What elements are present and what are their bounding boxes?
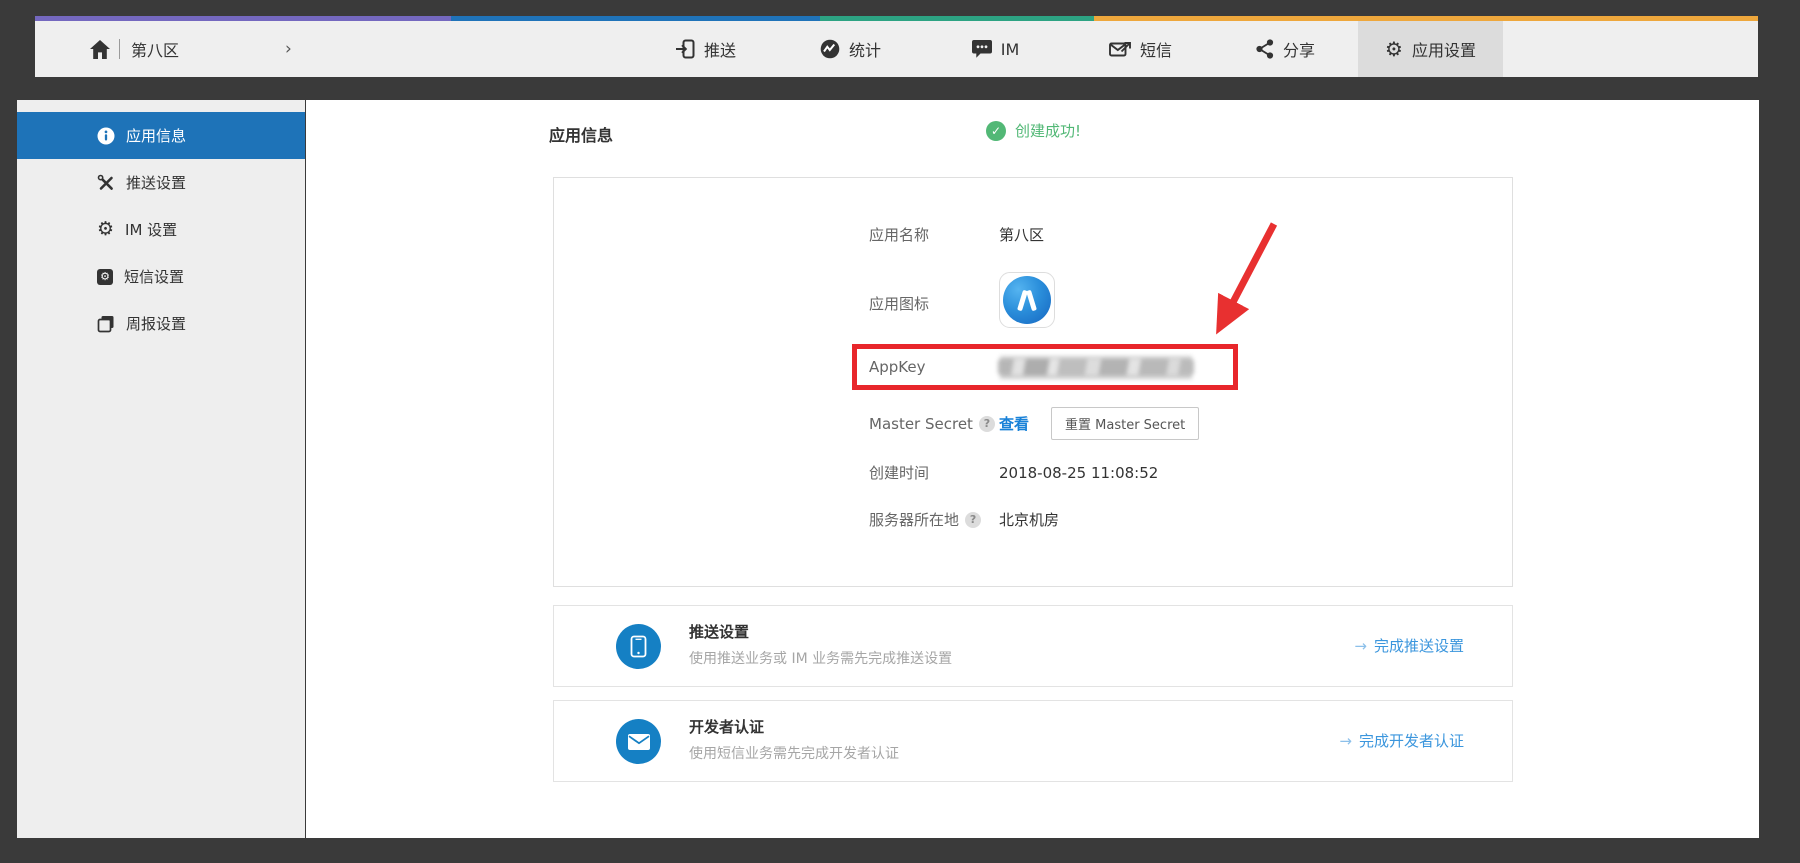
tab-sms[interactable]: 短信 [1068,21,1213,77]
sidebar-item-im-settings[interactable]: ⚙ IM 设置 [17,206,305,253]
nav-tabs: 推送 统计 IM 短信 [633,21,1503,77]
field-label: AppKey [869,358,998,376]
sidebar-item-weekly-report-settings[interactable]: 周报设置 [17,300,305,347]
tab-label: 推送 [704,37,736,61]
tab-label: 应用设置 [1412,37,1476,61]
field-label: 应用图标 [869,293,999,314]
card-link-label: 完成开发者认证 [1359,730,1464,751]
sidebar-item-label: 周报设置 [126,313,186,334]
mail-icon [616,719,661,764]
row-created-time: 创建时间 2018-08-25 11:08:52 [869,462,1158,483]
report-pages-icon [97,315,115,333]
main-content: 应用信息 ✓ 创建成功! 应用名称 第八区 应用图标 AppKey Master… [306,100,1759,838]
breadcrumb[interactable]: 第八区 [90,21,179,77]
appkey-redacted-value [998,359,1194,375]
stats-icon [820,39,840,59]
breadcrumb-divider [119,39,120,59]
tab-stats[interactable]: 统计 [778,21,923,77]
sms-icon [1109,40,1131,58]
push-setup-card: 推送设置 使用推送业务或 IM 业务需先完成推送设置 → 完成推送设置 [553,605,1513,687]
server-location-value: 北京机房 [999,509,1059,530]
card-description: 使用短信业务需先完成开发者认证 [689,743,899,763]
field-label: 创建时间 [869,462,999,483]
nav-body: 第八区 › 推送 统计 IM [35,21,1758,77]
row-app-icon: 应用图标 [869,272,1055,328]
field-label: 应用名称 [869,224,999,245]
sidebar-item-label: 应用信息 [126,125,186,146]
tab-share[interactable]: 分享 [1213,21,1358,77]
field-label-text: 服务器所在地 [869,509,959,530]
view-secret-link[interactable]: 查看 [999,413,1029,434]
complete-developer-verification-link[interactable]: → 完成开发者认证 [1339,730,1464,751]
arrow-right-icon: → [1339,732,1352,750]
card-description: 使用推送业务或 IM 业务需先完成推送设置 [689,648,952,668]
tab-label: 分享 [1283,37,1315,61]
home-icon[interactable] [90,40,110,59]
sidebar-item-push-settings[interactable]: 推送设置 [17,159,305,206]
gear-icon: ⚙ [1385,39,1403,59]
card-title: 推送设置 [689,621,749,642]
boxed-gear-icon: ⚙ [97,269,113,285]
row-server-location: 服务器所在地 ? 北京机房 [869,509,1059,530]
arrow-right-icon: → [1354,637,1367,655]
tab-label: IM [1001,40,1020,59]
tab-push[interactable]: 推送 [633,21,778,77]
reset-master-secret-button[interactable]: 重置 Master Secret [1051,407,1199,440]
appkey-highlight-box: AppKey [852,344,1238,390]
gear-icon: ⚙ [97,220,114,239]
sidebar-item-label: 推送设置 [126,172,186,193]
field-label: 服务器所在地 ? [869,509,999,530]
row-master-secret: Master Secret ? 查看 重置 Master Secret [869,407,1199,440]
tab-app-settings[interactable]: ⚙ 应用设置 [1358,21,1503,77]
creation-status: ✓ 创建成功! [986,120,1081,141]
info-icon [97,127,115,145]
phone-icon [616,624,661,669]
developer-verification-card: 开发者认证 使用短信业务需先完成开发者认证 → 完成开发者认证 [553,700,1513,782]
tab-label: 统计 [849,37,881,61]
card-title: 开发者认证 [689,716,764,737]
app-info-panel: 应用名称 第八区 应用图标 AppKey Master Secret ? 查看 … [553,177,1513,587]
field-label: Master Secret ? [869,415,999,433]
created-time-value: 2018-08-25 11:08:52 [999,464,1158,482]
check-circle-icon: ✓ [986,121,1006,141]
card-link-label: 完成推送设置 [1374,635,1464,656]
breadcrumb-app-name[interactable]: 第八区 [131,37,179,61]
help-icon[interactable]: ? [979,416,995,432]
sidebar-item-label: IM 设置 [125,219,177,240]
sidebar-item-label: 短信设置 [124,266,184,287]
breadcrumb-expand-chevron-icon[interactable]: › [285,21,292,77]
tab-label: 短信 [1140,37,1172,61]
field-label-text: Master Secret [869,415,973,433]
app-name-value: 第八区 [999,224,1044,245]
app-icon [999,272,1055,328]
app-icon-glyph [1003,276,1051,324]
top-navbar: 第八区 › 推送 统计 IM [35,16,1758,77]
row-app-name: 应用名称 第八区 [869,224,1044,245]
sidebar-item-app-info[interactable]: 应用信息 [17,112,305,159]
help-icon[interactable]: ? [965,512,981,528]
share-icon [1256,39,1274,59]
tools-icon [97,174,115,192]
tab-im[interactable]: IM [923,21,1068,77]
page-title: 应用信息 [549,122,613,146]
sidebar-item-sms-settings[interactable]: ⚙ 短信设置 [17,253,305,300]
status-text: 创建成功! [1015,120,1081,141]
complete-push-setup-link[interactable]: → 完成推送设置 [1354,635,1464,656]
chat-bubble-icon [972,40,992,59]
push-icon [675,39,695,59]
sidebar: 应用信息 推送设置 ⚙ IM 设置 ⚙ 短信设置 周报设置 [17,100,305,838]
